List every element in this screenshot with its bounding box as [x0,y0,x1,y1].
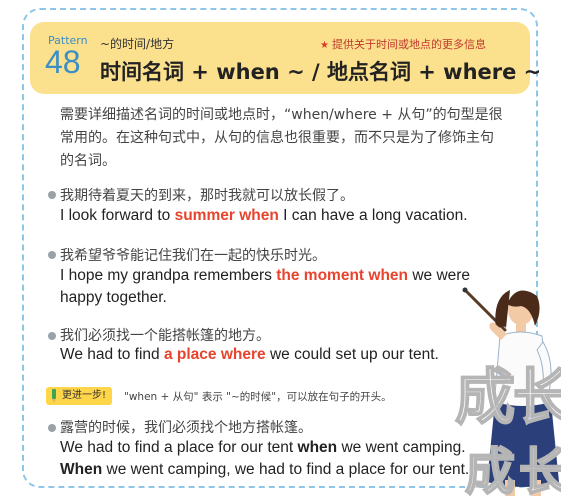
example-bold: When [60,461,103,478]
star-icon: ★ [320,40,329,51]
pattern-number: 48 [45,44,81,80]
example-en-text: we could set up our tent. [265,346,439,363]
example-en: I look forward to summer when I can have… [60,205,500,227]
advance-badge-label: 更进一步! [62,390,107,401]
pencil-icon [52,389,56,403]
example-en-text: we went camping, we had to find a place … [102,461,470,478]
example-en-text: I can have a long vacation. [278,207,468,224]
example-en-text: We had to find a place for our tent [60,439,298,456]
example-en-text: I hope my grandpa remembers [60,267,277,284]
bullet-dot [48,332,56,340]
advance-badge: 更进一步! [46,387,112,405]
example-en-text: we went camping. [337,439,466,456]
example-cn: 我希望爷爷能记住我们在一起的快乐时光。 [60,248,326,264]
teacher-illustration [462,287,559,496]
example-bold: when [297,439,338,456]
advance-text: "when + 从句" 表示 "~的时候"，可以放在句子的开头。 [124,391,392,403]
pattern-subtitle: ~的时间/地方 [100,37,175,51]
bullet-dot [48,251,56,259]
pattern-title: 时间名词 + when ~ / 地点名词 + where ~ [100,60,542,84]
example-highlight: summer when [174,207,279,224]
example-en-text: I look forward to [60,207,175,224]
example-en: We had to find a place for our tent when… [60,437,466,459]
example-highlight: the moment when [276,267,409,284]
tip-note: ★ 提供关于时间或地点的更多信息 [320,36,486,52]
example-cn: 露营的时候，我们必须找个地方搭帐篷。 [60,420,312,436]
example-en-text: We had to find [60,346,164,363]
bullet-dot [48,191,56,199]
example-cn: 我们必须找一个能搭帐篷的地方。 [60,328,270,344]
example-en: We had to find a place where we could se… [60,344,500,366]
tip-text: 提供关于时间或地点的更多信息 [331,38,486,51]
intro-paragraph: 需要详细描述名词的时间或地点时，“when/where + 从句”的句型是很常用… [60,107,503,169]
example-cn: 我期待着夏天的到来，那时我就可以放长假了。 [60,188,354,204]
bullet-dot [48,424,56,432]
example-en: When we went camping, we had to find a p… [60,459,469,481]
example-en: I hope my grandpa remembers the moment w… [60,265,500,309]
example-highlight: a place where [163,346,266,363]
